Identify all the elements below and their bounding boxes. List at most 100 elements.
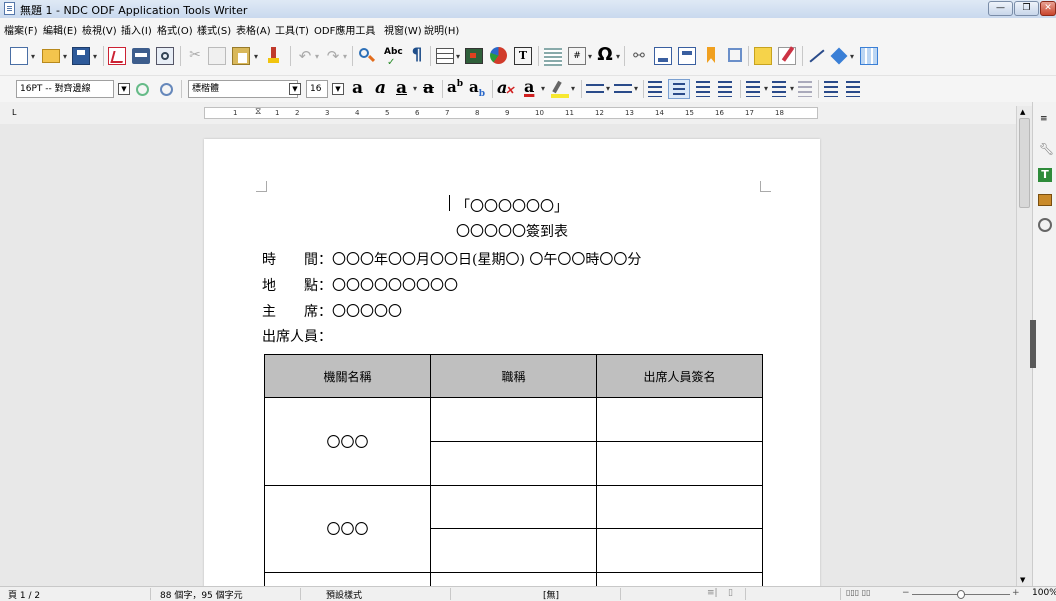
zoom-level[interactable]: 100% [1032,588,1056,598]
print-preview-icon[interactable] [156,47,174,65]
menu-view[interactable]: 檢視(V) [82,22,117,37]
selection-mode-icon[interactable]: ≡| [707,588,718,598]
insert-comment-icon[interactable] [754,47,772,65]
chevron-down-icon[interactable]: ▾ [588,52,592,61]
insert-line-icon[interactable] [808,47,826,65]
insert-bookmark-icon[interactable] [702,46,720,64]
table-cell[interactable] [596,485,763,529]
zoom-slider-thumb[interactable] [957,590,965,599]
chevron-down-icon[interactable]: ▾ [850,52,854,61]
export-pdf-icon[interactable] [108,47,126,65]
zoom-out-icon[interactable]: − [902,588,910,598]
show-draw-functions-icon[interactable] [860,47,878,65]
align-center-icon[interactable] [668,79,690,99]
table-cell[interactable] [430,485,597,529]
scroll-down-icon[interactable]: ▼ [1020,576,1025,584]
chevron-down-icon[interactable]: ▾ [456,52,460,61]
menu-tools[interactable]: 工具(T) [275,22,309,37]
menu-format[interactable]: 格式(O) [157,22,193,37]
special-character-icon[interactable]: Ω [596,45,614,65]
ruler-scale[interactable]: 1 1 2 3 4 5 6 7 8 9 10 11 12 13 14 15 16… [204,107,818,119]
table-cell[interactable] [596,397,763,442]
strikethrough-icon[interactable]: a [423,78,434,98]
chevron-down-icon[interactable]: ▾ [413,84,417,93]
chevron-down-icon[interactable]: ▾ [315,52,319,61]
table-cell[interactable] [430,572,597,586]
bold-icon[interactable]: a [352,78,363,98]
chevron-down-icon[interactable]: ▾ [343,52,347,61]
navigator-icon[interactable] [1038,218,1052,232]
insert-footnote-icon[interactable] [654,47,672,65]
chevron-down-icon[interactable]: ▾ [93,52,97,61]
italic-icon[interactable]: a [375,78,386,98]
menu-odf-tools[interactable]: ODF應用工具 [314,22,375,37]
word-count[interactable]: 88 個字，95 個字元 [160,588,243,601]
tab-type-marker[interactable]: L [12,108,16,117]
scroll-thumb[interactable] [1019,118,1030,208]
numbered-list-icon[interactable] [614,81,632,97]
menu-help[interactable]: 說明(H) [424,22,459,37]
paragraph-spacing-icon[interactable] [772,81,786,97]
zoom-in-icon[interactable]: + [1012,588,1020,598]
sidebar-collapse-handle[interactable] [1030,320,1036,368]
underline-icon[interactable]: a [396,78,407,98]
menu-styles[interactable]: 樣式(S) [197,22,231,37]
undo-icon[interactable]: ↶ [296,47,314,65]
document-page[interactable]: 「〇〇〇〇〇〇」 〇〇〇〇〇簽到表 時 間：〇〇〇年〇〇月〇〇日(星期〇) 〇午… [204,139,820,586]
formatting-marks-icon[interactable]: ¶ [408,46,426,64]
insert-text-box-icon[interactable]: T [514,47,532,65]
chevron-down-icon[interactable]: ▾ [790,84,794,93]
insert-cross-reference-icon[interactable] [726,46,744,64]
font-size-box[interactable]: 16 [306,80,328,98]
chevron-down-icon[interactable]: ▾ [606,84,610,93]
chevron-down-icon[interactable]: ▾ [764,84,768,93]
gallery-icon[interactable] [1038,194,1052,206]
cut-icon[interactable]: ✂ [186,47,204,65]
organization-cell[interactable]: 〇〇〇 [264,485,431,573]
paste-icon[interactable] [232,47,250,65]
page-style[interactable]: 預設樣式 [326,588,362,601]
indent-marker-icon[interactable]: ⧖ [255,107,261,117]
open-folder-icon[interactable] [42,49,60,63]
table-cell[interactable] [596,572,763,586]
bullet-list-icon[interactable] [586,81,604,97]
sign-in-table[interactable]: 機關名稱 職稱 出席人員簽名 〇〇〇 〇〇〇 [264,354,763,586]
new-style-icon[interactable] [158,81,176,99]
subscript-icon[interactable]: ab [469,78,485,99]
chevron-down-icon[interactable]: ▼ [332,83,344,95]
table-cell[interactable] [596,528,763,573]
new-document-icon[interactable] [10,47,28,65]
insert-hyperlink-icon[interactable]: ⚯ [630,48,648,66]
insert-page-break-icon[interactable] [544,48,562,66]
table-cell[interactable] [430,528,597,573]
justify-icon[interactable] [718,81,732,97]
chevron-down-icon[interactable]: ▾ [254,52,258,61]
insert-image-icon[interactable] [465,48,483,64]
redo-icon[interactable]: ↷ [324,47,342,65]
table-cell[interactable] [264,572,431,586]
insert-table-icon[interactable] [436,48,454,64]
insert-field-icon[interactable]: # [568,47,586,65]
organization-cell[interactable]: 〇〇〇 [264,397,431,486]
chevron-down-icon[interactable]: ▾ [616,52,620,61]
superscript-icon[interactable]: ab [447,78,463,96]
track-changes-icon[interactable] [778,46,796,65]
paragraph-style-box[interactable]: 16PT -- 對齊邊線 [16,80,114,98]
line-spacing-icon[interactable] [746,81,760,97]
print-icon[interactable] [132,48,150,64]
table-cell[interactable] [430,397,597,442]
view-layout-icon[interactable]: ▯▯▯ ▯▯ [846,588,871,597]
left-to-right-icon[interactable] [798,81,812,97]
menu-window[interactable]: 視窗(W) [384,22,422,37]
document-modified-icon[interactable]: ▯ [728,588,733,598]
sidebar-menu-icon[interactable]: ≡ [1040,114,1048,124]
chevron-down-icon[interactable]: ▾ [63,52,67,61]
menu-file[interactable]: 檔案(F) [4,22,38,37]
update-style-icon[interactable] [134,81,152,99]
align-left-icon[interactable] [648,81,662,97]
close-button[interactable]: ✕ [1040,1,1056,16]
basic-shapes-icon[interactable] [830,47,848,65]
chevron-down-icon[interactable]: ▼ [289,83,301,95]
font-color-icon[interactable]: a [524,77,534,96]
page-count[interactable]: 頁 1 / 2 [8,588,40,601]
